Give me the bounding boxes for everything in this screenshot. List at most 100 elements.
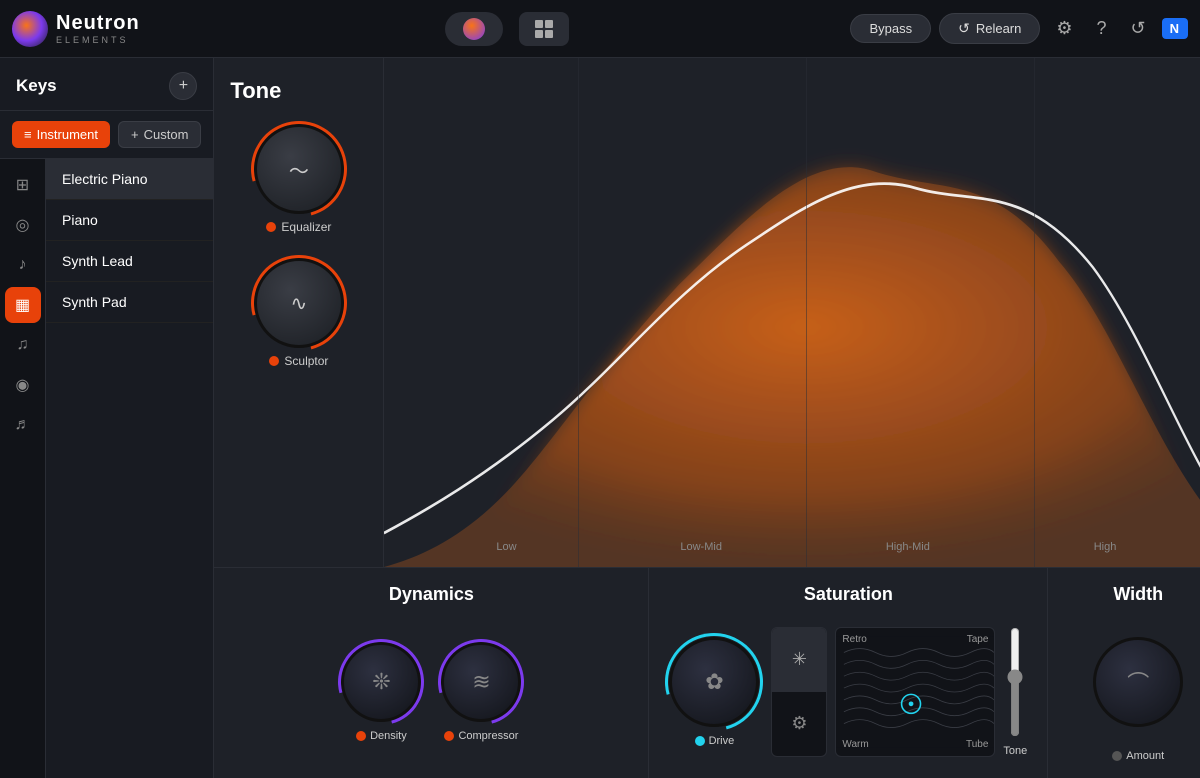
sidebar-icons: ⊞ ◎ ♪ ▦ ♫ ◉ ♬ <box>0 159 46 778</box>
saturation-selector-icon-top[interactable]: ✳ <box>772 628 826 693</box>
width-section: Width ⌒ Amount <box>1048 568 1200 778</box>
instrument-item-synth-lead[interactable]: Synth Lead <box>46 241 213 282</box>
sidebar-icon-drums[interactable]: ◉ <box>5 367 41 403</box>
compressor-indicator <box>444 731 454 741</box>
tube-label: Tube <box>966 739 988 750</box>
dynamics-title: Dynamics <box>234 584 628 605</box>
profile-pill[interactable] <box>445 12 503 46</box>
header: Neutron ELEMENTS Bypass ↺ Relearn ⚙ ? ↺ … <box>0 0 1200 58</box>
sidebar-title: Keys <box>16 76 57 96</box>
dynamics-knobs-row: ❊ Density ≋ Compressor <box>234 621 628 762</box>
equalizer-indicator <box>266 222 276 232</box>
saturation-section: Saturation ✿ Drive <box>649 568 1048 778</box>
sidebar-icon-keyboard[interactable]: ▦ <box>5 287 41 323</box>
header-center <box>164 12 851 46</box>
instrument-list: Electric Piano Piano Synth Lead Synth Pa… <box>46 159 213 778</box>
grid-view-button[interactable] <box>519 12 569 46</box>
warm-label: Warm <box>842 739 868 750</box>
sidebar-icon-bass[interactable]: ♫ <box>5 327 41 363</box>
izo-logo: N <box>1162 18 1188 39</box>
relearn-button[interactable]: ↺ Relearn <box>939 13 1040 44</box>
saturation-selector: ✳ ⚙ <box>771 627 827 757</box>
compressor-label: Compressor <box>444 730 518 742</box>
density-indicator <box>356 731 366 741</box>
tone-controls: Tone 〜 Equalizer ∿ Scu <box>214 58 384 567</box>
saturation-labels: Retro Tape Warm Tube <box>836 628 994 756</box>
freq-label-high-mid: High-Mid <box>886 541 930 553</box>
sidebar-icon-guitar[interactable]: ♪ <box>5 247 41 283</box>
sculptor-knob[interactable]: ∿ <box>254 258 344 348</box>
saturation-waveform: Retro Tape Warm Tube <box>835 627 995 757</box>
tone-section: Tone 〜 Equalizer ∿ Scu <box>214 58 1200 568</box>
tape-label: Tape <box>967 634 989 645</box>
plus-icon: + <box>131 127 139 142</box>
sculptor-label: Sculptor <box>269 354 328 368</box>
tone-title: Tone <box>230 78 367 104</box>
drive-label: Drive <box>695 735 735 747</box>
equalizer-label: Equalizer <box>266 220 331 234</box>
instrument-item-piano[interactable]: Piano <box>46 200 213 241</box>
sidebar-icon-vocal[interactable]: ♬ <box>5 407 41 443</box>
amount-label: Amount <box>1126 750 1164 762</box>
gear-icon: ⚙ <box>791 713 807 734</box>
density-knob-group: ❊ Density <box>341 642 421 742</box>
freq-label-high: High <box>1094 541 1117 553</box>
freq-labels: Low Low-Mid High-Mid High <box>384 541 1200 553</box>
sidebar-icon-target[interactable]: ◎ <box>5 207 41 243</box>
list-icon: ≡ <box>24 127 32 142</box>
bypass-button[interactable]: Bypass <box>850 14 931 43</box>
instrument-tab[interactable]: ≡ Instrument <box>12 121 110 148</box>
sculptor-knob-icon: ∿ <box>291 291 308 316</box>
tone-slider-label: Tone <box>1003 745 1027 757</box>
dynamics-section: Dynamics ❊ Density ≋ <box>214 568 649 778</box>
saturation-selector-icon-bottom[interactable]: ⚙ <box>772 692 826 756</box>
width-knob-icon: ⌒ <box>1127 666 1149 698</box>
starburst-icon: ✳ <box>792 649 807 670</box>
custom-tab[interactable]: + Custom <box>118 121 201 148</box>
retro-label: Retro <box>842 634 866 645</box>
drive-knob-area: ✿ Drive <box>669 637 759 747</box>
profile-dot <box>463 18 485 40</box>
eq-svg <box>384 58 1200 567</box>
drive-indicator <box>695 736 705 746</box>
width-title: Width <box>1113 584 1163 605</box>
density-knob[interactable]: ❊ <box>341 642 421 722</box>
drive-knob[interactable]: ✿ <box>669 637 759 727</box>
equalizer-knob[interactable]: 〜 <box>254 124 344 214</box>
amount-indicator <box>1112 751 1122 761</box>
sidebar-icon-eq[interactable]: ⊞ <box>5 167 41 203</box>
sidebar-tabs: ≡ Instrument + Custom <box>0 111 213 159</box>
density-label: Density <box>356 730 407 742</box>
compressor-knob-icon: ≋ <box>472 669 490 695</box>
sidebar-header: Keys + <box>0 58 213 111</box>
saturation-selector-box: ✳ ⚙ <box>771 627 827 757</box>
sculptor-knob-section: ∿ Sculptor <box>230 250 367 368</box>
saturation-title: Saturation <box>669 584 1027 605</box>
bottom-sections: Dynamics ❊ Density ≋ <box>214 568 1200 778</box>
saturation-label-row-bottom: Warm Tube <box>842 739 988 750</box>
add-button[interactable]: + <box>169 72 197 100</box>
freq-label-low: Low <box>496 541 516 553</box>
logo-area: Neutron ELEMENTS <box>12 11 140 47</box>
amount-label-row: Amount <box>1112 750 1164 762</box>
equalizer-knob-icon: 〜 <box>289 155 309 184</box>
main-layout: Keys + ≡ Instrument + Custom ⊞ ◎ ♪ ▦ ♫ ◉… <box>0 58 1200 778</box>
tone-slider-area: Tone <box>1003 627 1027 757</box>
equalizer-knob-section: 〜 Equalizer <box>230 124 367 234</box>
saturation-content: ✿ Drive ✳ <box>669 621 1027 762</box>
width-knob[interactable]: ⌒ <box>1093 637 1183 727</box>
grid-icon <box>535 20 553 38</box>
saturation-display-area: ✳ ⚙ <box>771 627 1027 757</box>
header-right: Bypass ↺ Relearn ⚙ ? ↺ N <box>850 13 1188 44</box>
compressor-knob[interactable]: ≋ <box>441 642 521 722</box>
saturation-label-row-top: Retro Tape <box>842 634 988 645</box>
logo-icon <box>12 11 48 47</box>
tone-slider[interactable] <box>1005 627 1025 737</box>
instrument-item-electric-piano[interactable]: Electric Piano <box>46 159 213 200</box>
instrument-item-synth-pad[interactable]: Synth Pad <box>46 282 213 323</box>
midi-icon[interactable]: ↺ <box>1123 14 1154 43</box>
settings-icon[interactable]: ⚙ <box>1048 14 1080 43</box>
help-icon[interactable]: ? <box>1089 14 1115 43</box>
sidebar-content: ⊞ ◎ ♪ ▦ ♫ ◉ ♬ Electric Piano Piano Synth… <box>0 159 213 778</box>
logo-text: Neutron ELEMENTS <box>56 12 140 45</box>
